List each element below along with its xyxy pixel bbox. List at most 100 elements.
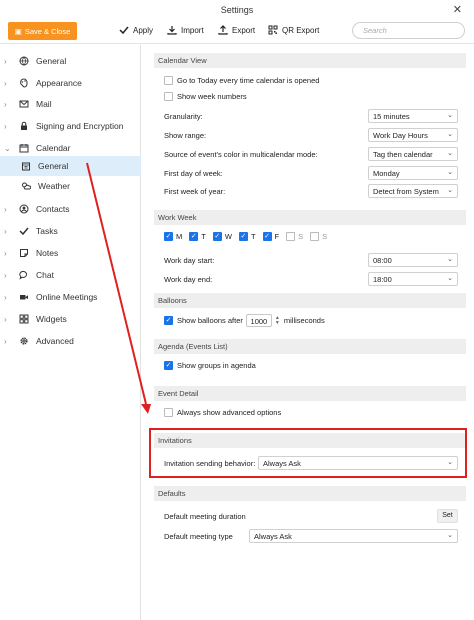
first-week-select[interactable]: Detect from System ⌄: [368, 184, 458, 198]
day-checkbox[interactable]: [286, 232, 296, 241]
window-title: Settings: [220, 5, 254, 15]
show-groups-row[interactable]: Show groups in agenda: [164, 361, 256, 370]
granularity-select[interactable]: 15 minutes ⌄: [368, 109, 458, 123]
sidebar-item-calendar-general[interactable]: General: [0, 156, 141, 176]
defaults-section: Defaults Default meeting duration Set De…: [154, 486, 466, 546]
show-groups-checkbox[interactable]: [164, 361, 173, 370]
search-input[interactable]: Search: [352, 22, 465, 39]
show-range-select[interactable]: Work Day Hours ⌄: [368, 128, 458, 142]
day-checkbox[interactable]: [189, 232, 199, 241]
sidebar-item-widgets[interactable]: › Widgets: [0, 309, 141, 329]
chevron-down-icon: ⌄: [447, 275, 453, 282]
event-detail-section: Event Detail Always show advanced option…: [154, 386, 466, 426]
chevron-right-icon: ›: [4, 270, 7, 280]
sidebar-item-calendar[interactable]: ⌄ Calendar: [0, 138, 141, 158]
day-thursday[interactable]: T: [238, 232, 256, 241]
set-duration-button[interactable]: Set: [437, 509, 458, 523]
save-close-label: Save & Close: [24, 26, 71, 36]
calendar-view-section: Calendar View Go to Today every time cal…: [154, 53, 466, 203]
go-today-checkbox[interactable]: [164, 76, 173, 85]
sidebar-item-general[interactable]: › General: [0, 51, 141, 71]
agenda-section: Agenda (Events List) Show groups in agen…: [154, 339, 466, 379]
qr-code-icon: [268, 25, 278, 35]
day-checkbox[interactable]: [262, 232, 272, 241]
chevron-down-icon: ⌄: [447, 169, 453, 176]
sidebar-item-chat[interactable]: › Chat: [0, 265, 141, 285]
chevron-right-icon: ›: [4, 204, 7, 214]
work-day-end-select[interactable]: 18:00 ⌄: [368, 272, 458, 286]
sidebar-item-advanced[interactable]: › Advanced: [0, 331, 141, 351]
sidebar-item-label: Mail: [36, 99, 52, 109]
sidebar-item-mail[interactable]: › Mail: [0, 94, 141, 114]
day-checkbox[interactable]: [238, 232, 248, 241]
chevron-down-icon: ⌄: [447, 131, 453, 138]
save-icon: ▣: [14, 26, 22, 36]
chevron-down-icon: ⌄: [447, 112, 453, 119]
color-source-select[interactable]: Tag then calendar ⌄: [368, 147, 458, 161]
default-type-select[interactable]: Always Ask ⌄: [249, 529, 458, 543]
apply-label: Apply: [133, 25, 154, 35]
day-saturday[interactable]: S: [286, 232, 303, 241]
sidebar-item-label: General: [38, 161, 69, 171]
export-label: Export: [232, 25, 256, 35]
annotation-highlight-box: [149, 428, 467, 478]
always-advanced-row[interactable]: Always show advanced options: [164, 408, 281, 417]
qr-export-button[interactable]: QR Export: [268, 25, 319, 35]
export-button[interactable]: Export: [218, 25, 255, 35]
day-friday[interactable]: F: [262, 232, 279, 241]
sidebar-item-weather[interactable]: Weather: [0, 176, 141, 196]
notes-icon: [18, 247, 30, 259]
section-header: Defaults: [154, 486, 466, 501]
week-numbers-checkbox[interactable]: [164, 92, 173, 101]
granularity-label: Granularity:: [164, 112, 203, 121]
work-day-start-select[interactable]: 08:00 ⌄: [368, 253, 458, 267]
show-range-value: Work Day Hours: [373, 131, 428, 140]
title-bar: Settings ✕: [0, 0, 474, 20]
chevron-right-icon: ›: [4, 336, 7, 346]
show-balloons-checkbox[interactable]: [164, 316, 173, 325]
chevron-right-icon: ›: [4, 99, 7, 109]
export-icon: [218, 25, 228, 35]
day-checkbox[interactable]: [212, 232, 222, 241]
day-checkbox[interactable]: [164, 232, 173, 241]
day-sunday[interactable]: S: [310, 232, 327, 241]
always-advanced-checkbox[interactable]: [164, 408, 173, 417]
day-wednesday[interactable]: W: [212, 232, 232, 241]
go-today-checkbox-row[interactable]: Go to Today every time calendar is opene…: [164, 76, 319, 85]
balloons-ms-unit: milliseconds: [283, 316, 325, 325]
sidebar-item-signing[interactable]: › Signing and Encryption: [0, 116, 141, 136]
show-balloons-label: Show balloons after: [177, 316, 243, 325]
always-advanced-label: Always show advanced options: [177, 408, 282, 417]
balloons-ms-input[interactable]: 1000: [245, 314, 272, 327]
day-checkbox[interactable]: [310, 232, 320, 241]
first-day-select[interactable]: Monday ⌄: [368, 166, 458, 180]
sidebar-item-contacts[interactable]: › Contacts: [0, 199, 141, 219]
save-close-button[interactable]: ▣ Save & Close: [8, 22, 77, 40]
import-button[interactable]: Import: [167, 25, 204, 35]
chevron-down-icon: ⌄: [447, 150, 453, 157]
week-numbers-checkbox-row[interactable]: Show week numbers: [164, 92, 247, 101]
day-label: S: [322, 232, 328, 241]
globe-icon: [18, 55, 30, 67]
widgets-icon: [18, 313, 30, 325]
chevron-right-icon: ›: [4, 56, 7, 66]
close-icon[interactable]: ✕: [453, 3, 462, 16]
first-day-value: Monday: [373, 169, 400, 178]
sidebar-item-label: Calendar: [36, 143, 71, 153]
day-tuesday[interactable]: T: [189, 232, 206, 241]
work-week-section: Work Week M T W T F S S Work day start: …: [154, 210, 466, 286]
sidebar-item-tasks[interactable]: › Tasks: [0, 221, 141, 241]
apply-button[interactable]: Apply: [119, 25, 153, 35]
work-day-end-value: 18:00: [373, 275, 392, 284]
sidebar-item-notes[interactable]: › Notes: [0, 243, 141, 263]
default-type-value: Always Ask: [254, 532, 292, 541]
stepper-arrows-icon[interactable]: ▲ ▼: [275, 315, 281, 326]
checkmark-icon: [119, 26, 129, 35]
sidebar-item-online-meetings[interactable]: › Online Meetings: [0, 287, 141, 307]
weather-icon: [20, 180, 32, 192]
day-monday[interactable]: M: [164, 232, 182, 241]
day-label: S: [298, 232, 304, 241]
show-range-label: Show range:: [164, 131, 207, 140]
sidebar-item-appearance[interactable]: › Appearance: [0, 73, 141, 93]
section-header: Event Detail: [154, 386, 466, 401]
